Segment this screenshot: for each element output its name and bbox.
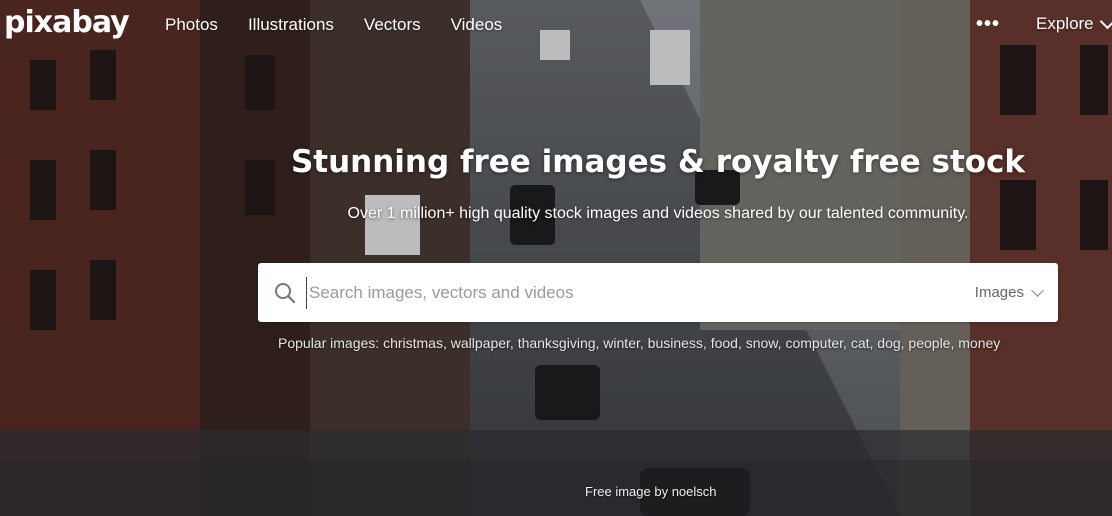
nav-photos[interactable]: Photos [165, 15, 218, 35]
popular-tag[interactable]: winter [603, 335, 640, 351]
explore-menu[interactable]: Explore [1036, 13, 1112, 34]
hero-section: pixabay Photos Illustrations Vectors Vid… [0, 0, 1112, 516]
popular-tag[interactable]: thanksgiving [518, 335, 596, 351]
search-bar: Images [258, 263, 1058, 322]
main-nav: Photos Illustrations Vectors Videos [165, 15, 532, 35]
top-navigation: pixabay Photos Illustrations Vectors Vid… [0, 0, 1112, 50]
popular-tag[interactable]: food [711, 335, 738, 351]
popular-tag[interactable]: wallpaper [451, 335, 510, 351]
popular-tag[interactable]: money [958, 335, 1000, 351]
chevron-down-icon [1099, 13, 1112, 30]
search-input[interactable] [306, 276, 975, 309]
search-icon[interactable] [274, 282, 296, 304]
chevron-down-icon [1031, 283, 1044, 297]
media-type-select[interactable]: Images [974, 283, 1044, 301]
popular-tag[interactable]: computer [785, 335, 843, 351]
popular-searches: Popular images: christmas, wallpaper, th… [278, 335, 1001, 351]
nav-illustrations[interactable]: Illustrations [248, 15, 334, 35]
explore-label: Explore [1036, 14, 1094, 33]
nav-vectors[interactable]: Vectors [364, 15, 421, 35]
popular-tag[interactable]: business [648, 335, 703, 351]
popular-tag[interactable]: people [908, 335, 950, 351]
nav-videos[interactable]: Videos [451, 15, 503, 35]
hero-subline: Over 1 million+ high quality stock image… [347, 205, 969, 222]
hero-headline: Stunning free images & royalty free stoc… [290, 144, 1026, 180]
popular-tag[interactable]: dog [877, 335, 900, 351]
media-type-label: Images [974, 284, 1024, 301]
dark-overlay [0, 0, 1112, 516]
more-options-icon[interactable]: ••• [976, 14, 1000, 34]
popular-tag[interactable]: snow [746, 335, 778, 351]
image-credit-link[interactable]: Free image by noelsch [585, 484, 717, 500]
popular-tag[interactable]: christmas [383, 335, 443, 351]
popular-tag[interactable]: cat [851, 335, 870, 351]
popular-label: Popular images: [278, 335, 380, 351]
pixabay-logo[interactable]: pixabay [4, 6, 130, 40]
